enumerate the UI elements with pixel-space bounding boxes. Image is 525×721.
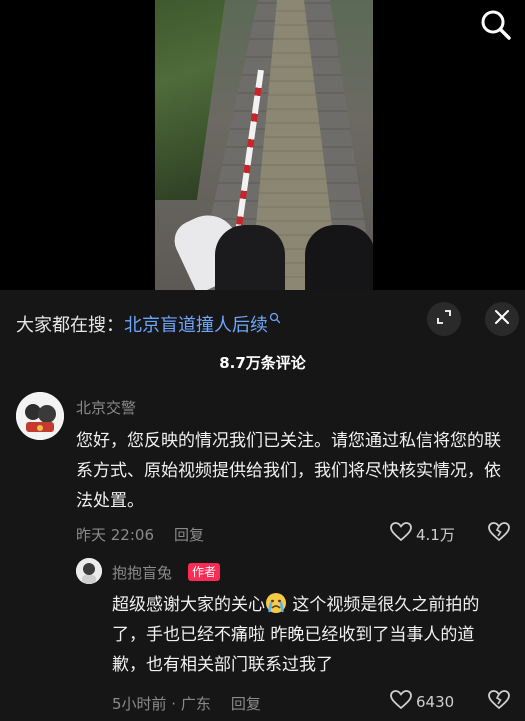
video-frame[interactable]: [155, 0, 373, 290]
suggest-query-link[interactable]: 北京盲道撞人后续: [124, 315, 268, 336]
reply-like-count: 6430: [416, 693, 455, 711]
close-button[interactable]: [485, 302, 519, 336]
like-count: 4.1万: [416, 525, 455, 544]
comment-author[interactable]: 北京交警: [76, 397, 136, 418]
video-legs: [168, 205, 373, 290]
comments-count: 8.7万条评论: [219, 354, 306, 372]
author-badge: 作者: [188, 563, 221, 581]
small-search-icon: [269, 308, 281, 324]
expand-button[interactable]: [427, 302, 461, 336]
heart-icon: [390, 690, 412, 714]
video-grass: [155, 0, 225, 200]
suggest-search-text[interactable]: 大家都在搜：北京盲道撞人后续: [16, 308, 281, 337]
suggest-search-bar[interactable]: 大家都在搜：北京盲道撞人后续: [0, 290, 525, 348]
reply-text: 超级感谢大家的关心 这个视频是很久之前拍的了，手也已经不痛啦 昨晚已经收到了当事…: [112, 590, 507, 680]
comment-time: 昨天 22:06: [76, 526, 154, 544]
reply-time-location: 5小时前 · 广东: [112, 695, 211, 713]
broken-heart-icon: [488, 522, 510, 546]
broken-heart-icon: [488, 690, 510, 714]
crying-emoji-icon: [265, 592, 287, 614]
expand-icon: [436, 309, 452, 329]
dislike-button[interactable]: [488, 522, 510, 546]
reply-avatar[interactable]: [76, 558, 102, 584]
reply-text-part1: 超级感谢大家的关心: [112, 595, 265, 615]
search-icon[interactable]: [479, 8, 513, 42]
reply-author[interactable]: 抱抱盲兔: [112, 562, 172, 583]
video-player[interactable]: [0, 0, 525, 290]
comment-text: 您好，您反映的情况我们已关注。请您通过私信将您的联系方式、原始视频提供给我们，我…: [76, 431, 501, 511]
reply-reply-button[interactable]: 回复: [231, 695, 261, 713]
reply-dislike-button[interactable]: [488, 690, 510, 714]
like-button[interactable]: 4.1万: [390, 522, 455, 546]
comment-sheet: 大家都在搜：北京盲道撞人后续 8.7万条评论 北京交警 您好，您反映的情况我们已…: [0, 290, 525, 721]
avatar[interactable]: [16, 392, 64, 440]
suggest-prefix: 大家都在搜：: [16, 315, 124, 336]
reply-button[interactable]: 回复: [174, 526, 204, 544]
close-icon: [494, 309, 510, 329]
comment-meta: 昨天 22:06 回复: [76, 524, 204, 545]
heart-icon: [390, 522, 412, 546]
reply-meta: 5小时前 · 广东 回复: [112, 693, 261, 714]
reply-like-button[interactable]: 6430: [390, 690, 454, 714]
